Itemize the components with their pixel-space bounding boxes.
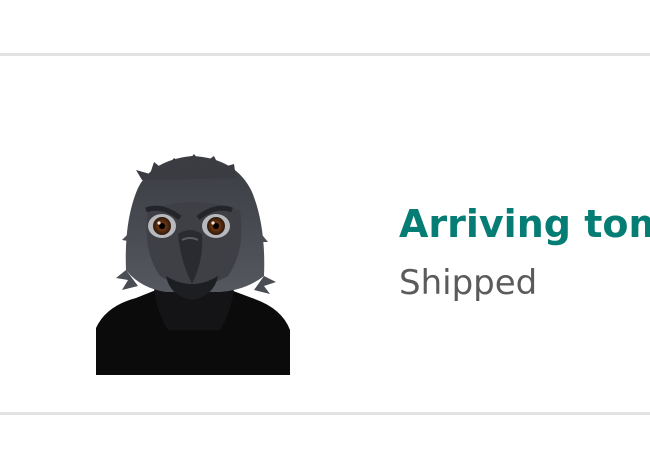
delivery-status-title[interactable]: Arriving tomorrow (399, 196, 650, 252)
shipment-status-label: Shipped (399, 263, 538, 303)
delivery-status: Arriving tomorrow Shipped (399, 196, 650, 306)
bottom-divider (0, 412, 650, 415)
product-image[interactable] (96, 100, 290, 375)
